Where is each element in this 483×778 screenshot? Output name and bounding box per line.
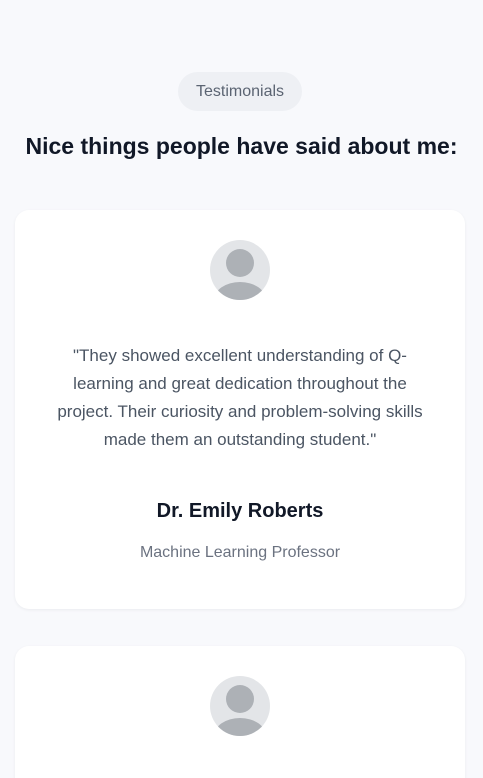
section-heading: Nice things people have said about me: (25, 133, 458, 159)
avatar-silhouette (214, 249, 266, 300)
testimonial-author-role: Machine Learning Professor (139, 544, 341, 561)
user-avatar-icon (210, 240, 270, 300)
testimonial-card: "They showed excellent understanding of … (15, 210, 465, 609)
testimonial-card (15, 646, 465, 778)
testimonial-quote: "They showed excellent understanding of … (57, 346, 423, 449)
testimonial-author-name: Dr. Emily Roberts (156, 500, 324, 522)
avatar-silhouette (214, 685, 266, 736)
user-avatar-icon (210, 676, 270, 736)
section-badge: Testimonials (178, 72, 302, 111)
testimonials-section: Testimonials Nice things people have sai… (0, 0, 483, 778)
